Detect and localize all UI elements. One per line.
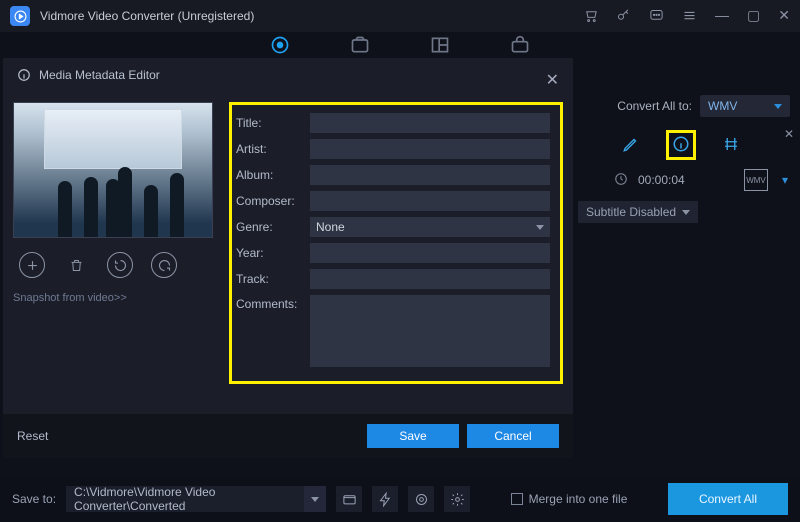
album-input[interactable] — [310, 165, 550, 185]
bottom-bar: Save to: C:\Vidmore\Vidmore Video Conver… — [0, 476, 800, 522]
main-tabs — [0, 32, 800, 58]
label-track: Track: — [236, 272, 304, 286]
maximize-button[interactable]: ▢ — [747, 8, 760, 25]
high-speed-button[interactable] — [408, 486, 434, 512]
item-toolbar: ✕ — [570, 125, 792, 165]
label-composer: Composer: — [236, 194, 304, 208]
genre-value: None — [316, 220, 345, 234]
dialog-title: Media Metadata Editor — [39, 68, 160, 82]
open-folder-button[interactable] — [336, 486, 362, 512]
subtitle-value: Subtitle Disabled — [586, 205, 676, 219]
year-input[interactable] — [310, 243, 550, 263]
key-icon[interactable] — [616, 8, 631, 25]
settings-gear-button[interactable] — [444, 486, 470, 512]
reset-button[interactable]: Reset — [17, 429, 48, 443]
metadata-form: Title: Artist: Album: Composer: Genre: N… — [229, 102, 563, 384]
chevron-down-icon — [536, 225, 544, 230]
app-logo-icon — [10, 6, 30, 26]
convert-all-button[interactable]: Convert All — [668, 483, 788, 515]
cart-icon[interactable] — [583, 8, 598, 25]
app-title: Vidmore Video Converter (Unregistered) — [40, 9, 583, 23]
save-path-dropdown[interactable] — [304, 486, 326, 512]
subtitle-select[interactable]: Subtitle Disabled — [578, 201, 698, 223]
label-album: Album: — [236, 168, 304, 182]
label-comments: Comments: — [236, 295, 304, 311]
output-format-badge[interactable]: WMV — [744, 169, 768, 191]
titlebar: Vidmore Video Converter (Unregistered) —… — [0, 0, 800, 32]
tab-toolbox-icon[interactable] — [510, 35, 530, 55]
save-to-label: Save to: — [12, 492, 56, 506]
genre-select[interactable]: None — [310, 217, 550, 237]
cover-thumbnail[interactable] — [13, 102, 213, 238]
feedback-icon[interactable] — [649, 8, 664, 25]
tab-converter[interactable] — [270, 35, 290, 55]
snapshot-from-video-link[interactable]: Snapshot from video>> — [13, 292, 215, 304]
format-dropdown-caret[interactable]: ▾ — [782, 173, 788, 187]
metadata-info-icon[interactable] — [672, 135, 690, 156]
highlight-info — [666, 130, 696, 160]
save-path-value: C:\Vidmore\Vidmore Video Converter\Conve… — [74, 485, 318, 513]
label-genre: Genre: — [236, 220, 304, 234]
tab-collage-icon[interactable] — [430, 35, 450, 55]
undo-button[interactable] — [107, 252, 133, 278]
delete-cover-button[interactable] — [63, 252, 89, 278]
minimize-button[interactable]: — — [715, 8, 729, 25]
label-year: Year: — [236, 246, 304, 260]
close-button[interactable]: ✕ — [778, 8, 790, 25]
remove-item-icon[interactable]: ✕ — [784, 127, 794, 141]
info-icon — [17, 68, 31, 82]
menu-icon[interactable] — [682, 8, 697, 25]
merge-checkbox[interactable] — [511, 493, 523, 505]
title-input[interactable] — [310, 113, 550, 133]
merge-row: Merge into one file — [511, 492, 628, 506]
chevron-down-icon — [311, 497, 319, 502]
chevron-down-icon — [682, 210, 690, 215]
item-meta-row: 00:00:04 WMV ▾ — [570, 169, 792, 191]
save-path[interactable]: C:\Vidmore\Vidmore Video Converter\Conve… — [66, 486, 326, 512]
cancel-button[interactable]: Cancel — [467, 424, 559, 448]
add-cover-button[interactable] — [19, 252, 45, 278]
save-button[interactable]: Save — [367, 424, 459, 448]
clock-icon — [614, 172, 628, 189]
track-input[interactable] — [310, 269, 550, 289]
tab-compressor-icon[interactable] — [350, 35, 370, 55]
label-artist: Artist: — [236, 142, 304, 156]
edit-icon[interactable] — [622, 135, 640, 156]
trim-icon[interactable] — [722, 135, 740, 156]
hw-accel-button[interactable] — [372, 486, 398, 512]
merge-label: Merge into one file — [529, 492, 628, 506]
dialog-close-icon[interactable]: ✕ — [546, 70, 559, 90]
comments-textarea[interactable] — [310, 295, 550, 367]
composer-input[interactable] — [310, 191, 550, 211]
item-duration: 00:00:04 — [638, 173, 685, 187]
label-title: Title: — [236, 116, 304, 130]
redo-button[interactable] — [151, 252, 177, 278]
metadata-editor-dialog: Media Metadata Editor ✕ Snapshot from vi… — [3, 58, 573, 458]
dialog-title-row: Media Metadata Editor — [3, 58, 573, 86]
artist-input[interactable] — [310, 139, 550, 159]
